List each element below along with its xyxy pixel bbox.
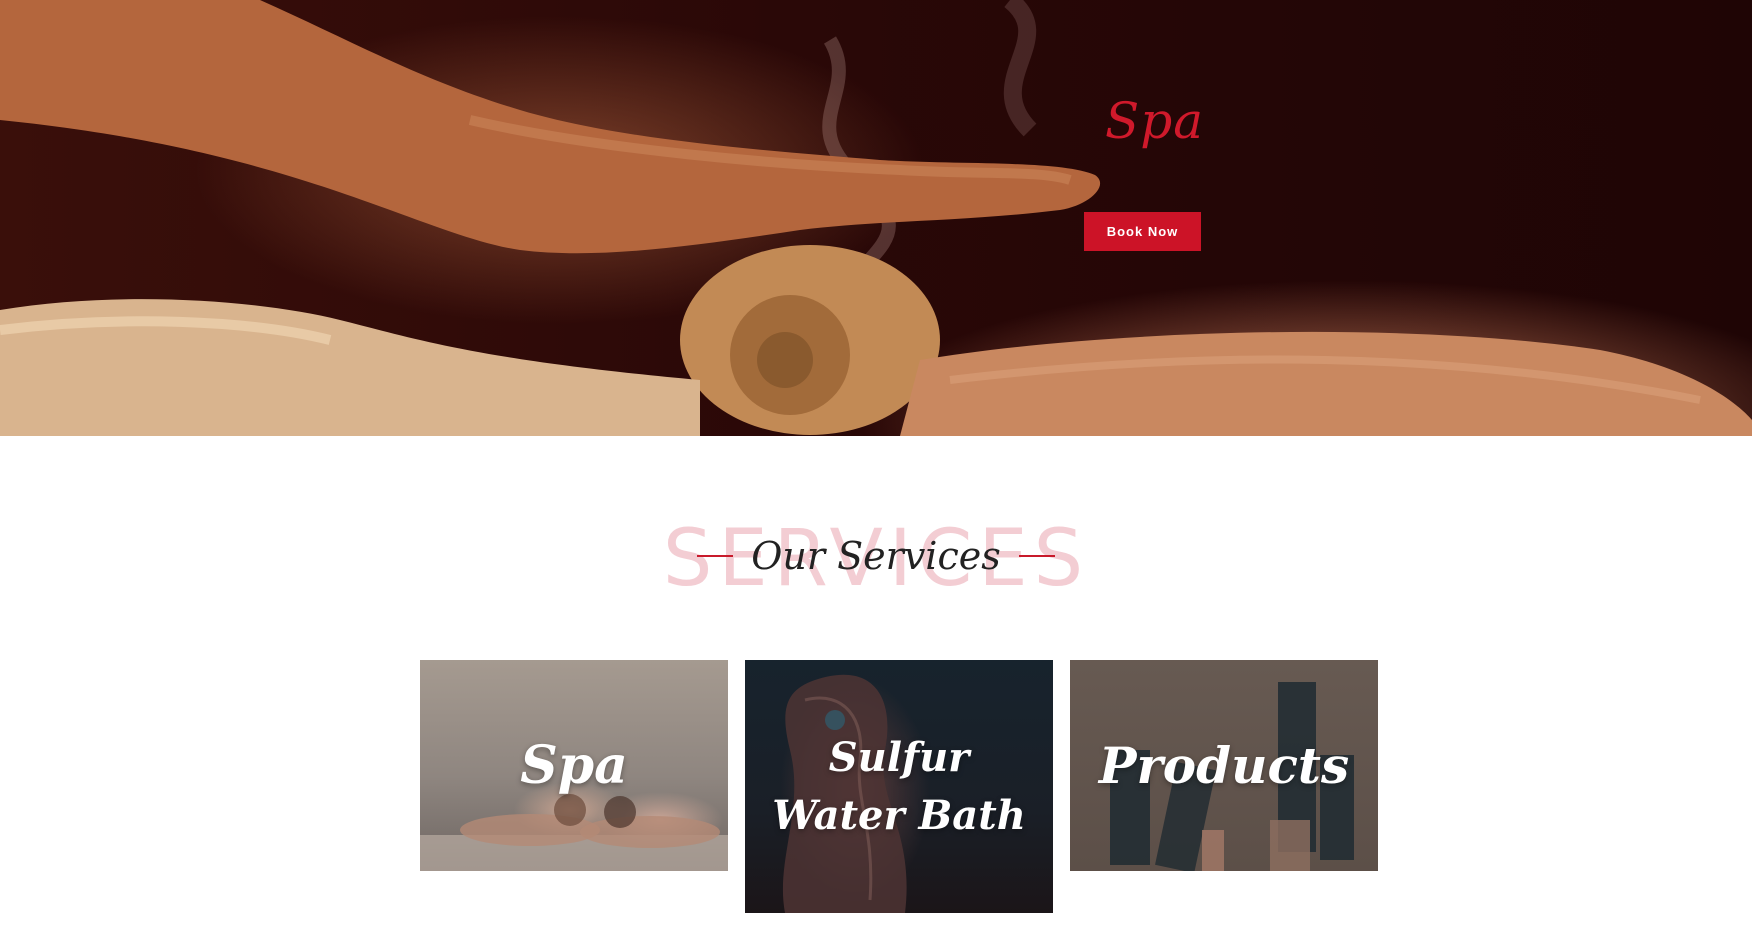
book-now-button[interactable]: Book Now: [1084, 212, 1201, 251]
service-card-label: Spa: [520, 735, 628, 796]
services-heading: SERVICES Our Services: [0, 510, 1752, 604]
massage-hand-towel-image: [0, 0, 1752, 436]
services-title: Our Services: [751, 534, 1001, 578]
service-card-sulfur-water-bath[interactable]: Sulfur Water Bath: [745, 660, 1053, 913]
hero-banner: Spa Book Now: [0, 0, 1752, 436]
title-divider-right: [1018, 555, 1055, 557]
service-card-label: Products: [1098, 736, 1350, 795]
service-card-label-line2: Water Bath: [772, 791, 1026, 839]
service-card-products[interactable]: Products: [1070, 660, 1378, 871]
hero-title: Spa: [1105, 92, 1205, 150]
service-card-label-line1: Sulfur: [828, 733, 970, 781]
service-card-spa[interactable]: Spa: [420, 660, 728, 871]
service-card-label: Sulfur Water Bath: [772, 729, 1026, 845]
title-divider-left: [697, 555, 734, 557]
services-title-row: Our Services: [0, 534, 1752, 578]
